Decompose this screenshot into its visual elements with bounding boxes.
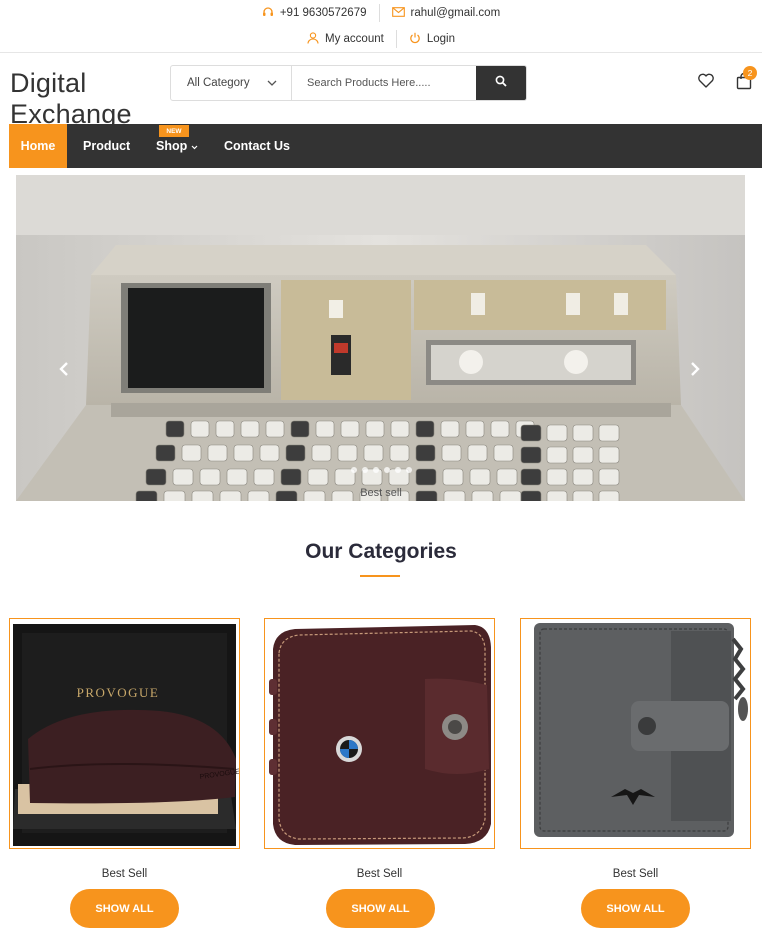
slider-dot[interactable] bbox=[405, 467, 412, 473]
slider-dot[interactable] bbox=[394, 467, 401, 473]
nav-product-label: Product bbox=[83, 139, 131, 153]
category-label: Best Sell bbox=[356, 868, 403, 880]
nav-home-label: Home bbox=[20, 139, 56, 153]
user-icon bbox=[307, 31, 319, 47]
login-link[interactable]: Login bbox=[395, 30, 467, 48]
search-icon bbox=[495, 74, 507, 92]
cart-count-badge: 2 bbox=[743, 66, 757, 80]
category-image-wallet-box: PROVOGUE PROVOGUE bbox=[10, 619, 239, 848]
chevron-right-icon bbox=[689, 360, 701, 382]
category-select-value: All Category bbox=[187, 77, 250, 89]
category-card[interactable] bbox=[520, 618, 751, 849]
email-address: rahul@gmail.com bbox=[410, 7, 501, 19]
mail-icon bbox=[391, 6, 405, 20]
show-all-button[interactable]: SHOW ALL bbox=[70, 889, 179, 928]
slider-dot[interactable] bbox=[372, 467, 379, 473]
slider-dot[interactable] bbox=[350, 467, 357, 473]
nav-item-product[interactable]: Product bbox=[83, 124, 130, 168]
slider-dot[interactable] bbox=[383, 467, 390, 473]
slider-prev-button[interactable] bbox=[58, 360, 70, 383]
top-bar: +91 9630572679 rahul@gmail.com My accoun… bbox=[0, 0, 762, 53]
site-logo[interactable]: Digital Exchange bbox=[10, 66, 132, 132]
nav-item-contact-us[interactable]: Contact Us bbox=[224, 124, 290, 168]
headset-icon bbox=[262, 6, 274, 20]
category-select[interactable]: All Category bbox=[171, 66, 292, 100]
slider-dots bbox=[0, 467, 762, 473]
login-label: Login bbox=[426, 33, 455, 45]
search-button[interactable] bbox=[476, 66, 526, 100]
chevron-down-icon bbox=[267, 77, 277, 89]
category-label: Best Sell bbox=[101, 868, 148, 880]
search-input[interactable] bbox=[292, 66, 476, 100]
section-title: Our Categories bbox=[305, 540, 457, 563]
category-card[interactable] bbox=[264, 618, 495, 849]
chevron-left-icon bbox=[58, 360, 70, 382]
my-account-link[interactable]: My account bbox=[295, 30, 396, 48]
show-all-button[interactable]: SHOW ALL bbox=[581, 889, 690, 928]
slider-caption: Best sell bbox=[360, 487, 402, 499]
category-card[interactable]: PROVOGUE PROVOGUE bbox=[9, 618, 240, 849]
nav-shop-label: Shop bbox=[156, 139, 188, 153]
chevron-down-icon bbox=[191, 139, 198, 153]
power-icon bbox=[409, 32, 421, 47]
title-underline bbox=[360, 575, 400, 577]
wishlist-heart-icon[interactable] bbox=[697, 72, 715, 90]
category-label: Best Sell bbox=[612, 868, 659, 880]
hero-slide-image bbox=[16, 175, 745, 501]
new-tag-badge: NEW bbox=[159, 125, 189, 137]
email-contact[interactable]: rahul@gmail.com bbox=[378, 4, 513, 22]
hero-slider[interactable] bbox=[16, 175, 745, 501]
slider-dot[interactable] bbox=[361, 467, 368, 473]
phone-contact[interactable]: +91 9630572679 bbox=[250, 4, 379, 22]
logo-line-1: Digital bbox=[10, 68, 87, 98]
box-brand-text: PROVOGUE bbox=[77, 685, 160, 700]
category-image-grey-wallet bbox=[521, 619, 750, 848]
slider-next-button[interactable] bbox=[689, 360, 701, 383]
show-all-button[interactable]: SHOW ALL bbox=[326, 889, 435, 928]
my-account-label: My account bbox=[325, 33, 384, 45]
search-bar: All Category bbox=[170, 65, 527, 101]
main-nav: Home Product Shop Contact Us bbox=[9, 124, 762, 168]
nav-contact-label: Contact Us bbox=[224, 139, 290, 153]
category-image-brown-wallet bbox=[265, 619, 494, 848]
phone-number: +91 9630572679 bbox=[279, 7, 367, 19]
nav-item-home[interactable]: Home bbox=[9, 124, 67, 168]
